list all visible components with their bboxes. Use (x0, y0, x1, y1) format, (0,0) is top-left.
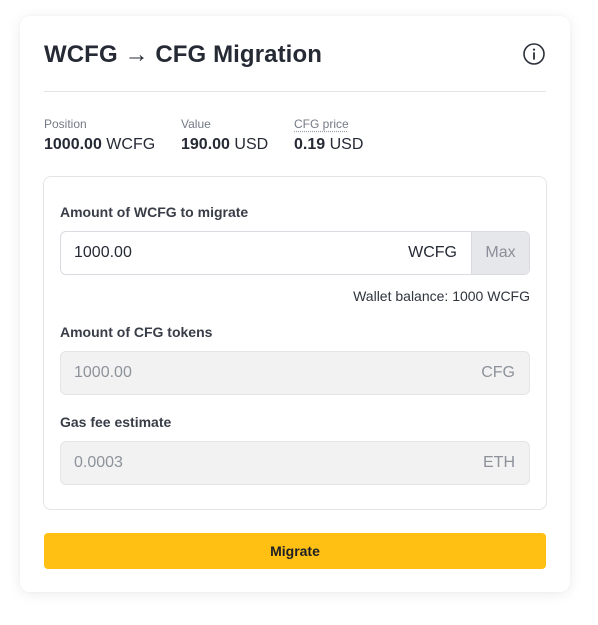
stat-label: Value (181, 117, 211, 131)
cfg-amount-field: CFG (60, 351, 530, 395)
wcfg-unit-label: WCFG (408, 244, 457, 261)
stat-value-usd: Value 190.00 USD (181, 117, 268, 155)
stat-value: 190.00 USD (181, 135, 268, 155)
stat-position: Position 1000.00 WCFG (44, 117, 155, 155)
stat-label-tooltip[interactable]: CFG price (294, 117, 363, 131)
page-title: WCFG → CFG Migration (44, 41, 322, 68)
stat-number: 190.00 (181, 136, 230, 153)
migration-card: WCFG → CFG Migration Position 1000.00 WC… (20, 16, 570, 592)
wcfg-amount-label: Amount of WCFG to migrate (60, 204, 249, 220)
gas-fee-field: ETH (60, 441, 530, 485)
stat-value: 0.19 USD (294, 135, 363, 155)
max-button[interactable]: Max (471, 232, 529, 274)
cfg-amount-label: Amount of CFG tokens (60, 324, 213, 340)
stat-label: Position (44, 117, 87, 131)
header-divider (44, 91, 546, 92)
stat-value: 1000.00 WCFG (44, 135, 155, 155)
card-header: WCFG → CFG Migration (44, 40, 546, 70)
stat-number: 0.19 (294, 136, 326, 153)
wcfg-amount-field: WCFG Max (60, 231, 530, 275)
stat-number: 1000.00 (44, 136, 102, 153)
wallet-balance: Wallet balance: 1000 WCFG (353, 288, 530, 304)
migration-form: Amount of WCFG to migrate WCFG Max Walle… (43, 176, 547, 510)
gas-fee-label: Gas fee estimate (60, 414, 172, 430)
cfg-amount-input (74, 352, 374, 394)
stat-cfg-price: CFG price 0.19 USD (294, 117, 363, 155)
stat-unit: USD (329, 136, 364, 153)
eth-unit-label: ETH (483, 454, 515, 471)
info-icon[interactable] (522, 42, 546, 66)
stat-unit: WCFG (106, 136, 156, 153)
migrate-button[interactable]: Migrate (44, 533, 546, 569)
wcfg-amount-input[interactable] (74, 232, 374, 274)
gas-fee-input (74, 442, 374, 484)
stat-unit: USD (234, 136, 269, 153)
cfg-unit-label: CFG (481, 364, 515, 381)
